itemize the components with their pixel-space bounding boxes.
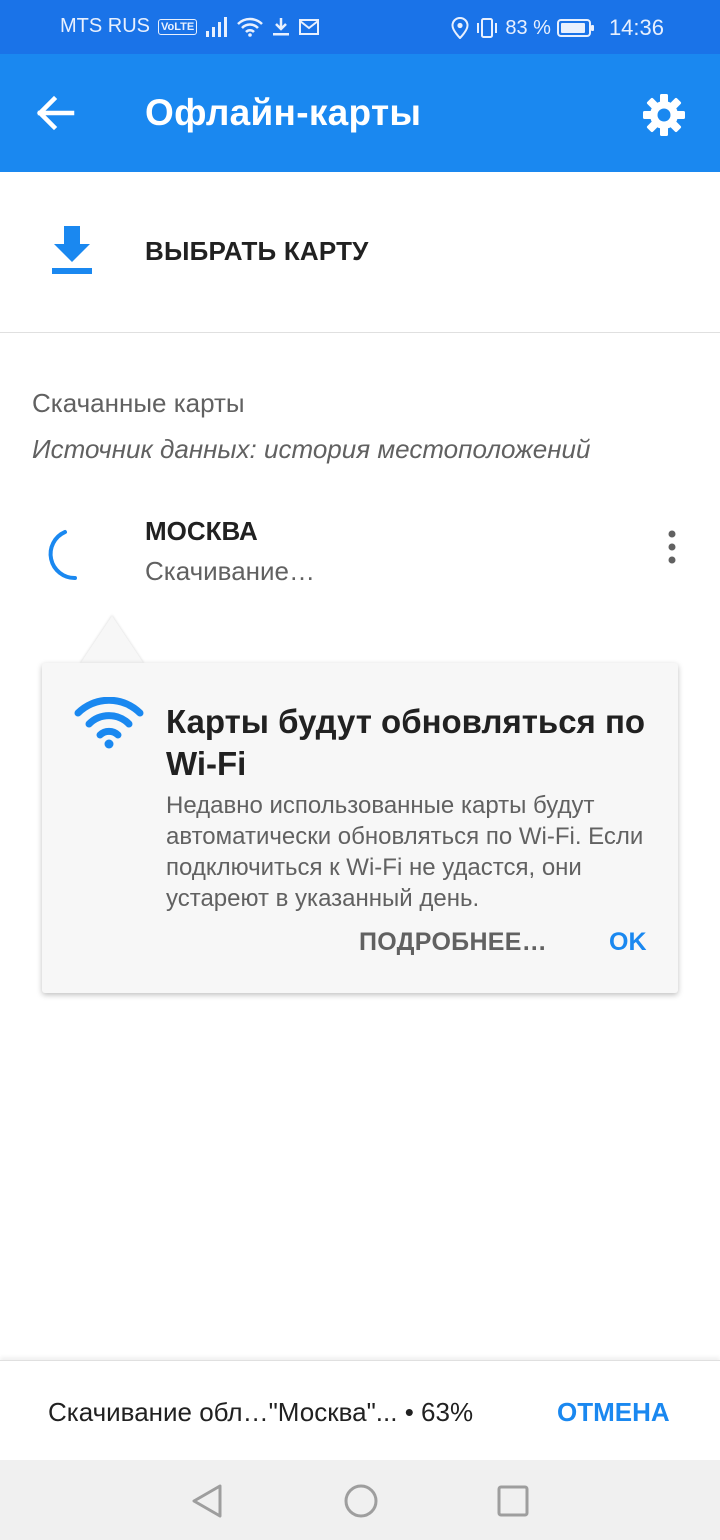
status-bar: MTS RUS VoLTE 83 % 14:36	[0, 0, 720, 54]
choose-map-button[interactable]: ВЫБРАТЬ КАРТУ	[0, 172, 720, 333]
download-snackbar: Скачивание обл…"Москва"... • 63% ОТМЕНА	[0, 1360, 720, 1461]
page-title: Офлайн-карты	[145, 92, 422, 133]
mail-icon	[299, 18, 320, 35]
volte-badge: VoLTE	[158, 18, 198, 35]
more-vert-icon[interactable]	[658, 528, 686, 568]
download-icon	[52, 226, 92, 274]
cancel-button[interactable]: ОТМЕНА	[557, 1397, 670, 1428]
nav-recents-icon[interactable]	[496, 1484, 530, 1518]
tooltip-arrow	[80, 616, 144, 664]
section-title: Скачанные карты	[32, 388, 245, 418]
clock: 14:36	[608, 15, 664, 40]
list-item[interactable]: МОСКВА Скачивание…	[0, 500, 720, 610]
wifi-status-icon	[237, 17, 264, 37]
battery-percent: 83 %	[505, 16, 551, 39]
wifi-update-tooltip: Карты будут обновляться по Wi-Fi Недавно…	[42, 663, 678, 993]
wifi-icon	[74, 697, 144, 749]
download-progress-text: Скачивание обл…"Москва"... • 63%	[48, 1397, 474, 1427]
nav-back-icon[interactable]	[188, 1482, 226, 1520]
progress-spinner-icon	[48, 530, 77, 581]
choose-map-label: ВЫБРАТЬ КАРТУ	[145, 236, 369, 266]
system-nav-bar	[0, 1460, 720, 1540]
arrow-left-icon[interactable]	[34, 92, 76, 134]
signal-icon	[206, 16, 228, 37]
location-icon	[451, 17, 469, 39]
nav-home-icon[interactable]	[342, 1482, 380, 1520]
battery-icon	[556, 19, 594, 37]
gear-icon[interactable]	[641, 92, 687, 138]
app-bar: Офлайн-карты	[0, 54, 720, 172]
vibrate-icon	[477, 18, 498, 38]
learn-more-button[interactable]: ПОДРОБНЕЕ…	[359, 928, 547, 957]
ok-button[interactable]: OK	[609, 928, 647, 957]
tooltip-body: Недавно использованные карты будут автом…	[166, 792, 644, 912]
tooltip-title: Карты будут обновляться по Wi-Fi	[166, 703, 646, 782]
map-status: Скачивание…	[145, 556, 316, 586]
status-right: 83 % 14:36	[451, 15, 664, 41]
map-name: МОСКВА	[145, 516, 258, 546]
section-subtitle: Источник данных: история местоположений	[32, 434, 591, 464]
status-left: MTS RUS VoLTE	[60, 15, 320, 38]
download-status-icon	[273, 17, 290, 35]
carrier-name: MTS RUS	[60, 15, 150, 37]
